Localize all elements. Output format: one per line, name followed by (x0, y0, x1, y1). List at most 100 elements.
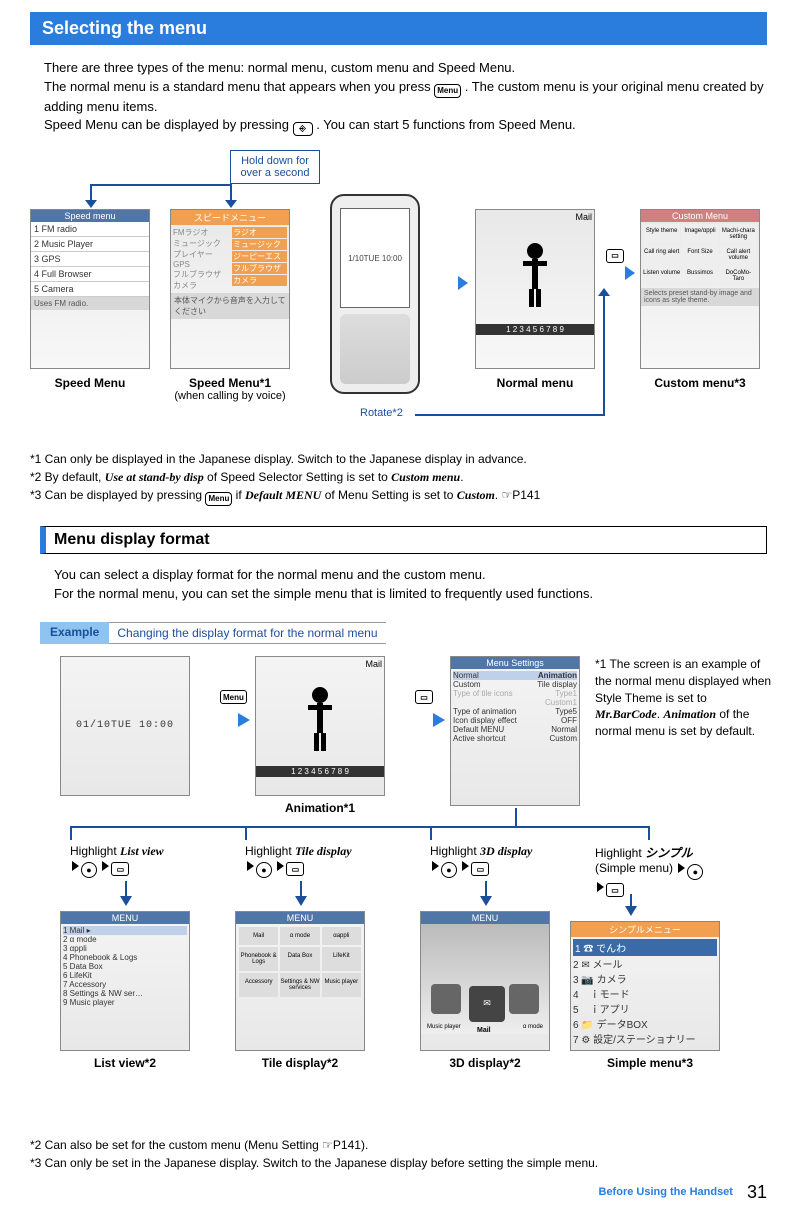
rotate-note: Rotate*2 (360, 407, 403, 419)
menu-diagram: Hold down for over a second Speed menu 1… (30, 154, 767, 434)
footnote-2: *2 By default, Use at stand-by disp of S… (30, 468, 767, 486)
speed-menu-jp-caption: Speed Menu*1 (when calling by voice) (170, 376, 290, 402)
jp-right-item: ジーピーエス (232, 251, 287, 262)
custom-grid-item: Style theme (643, 224, 680, 244)
arrow-down-icon (480, 896, 492, 906)
highlight-tile-display: Highlight Tile display ● ▭ (245, 844, 352, 878)
tile-display-title: MENU (236, 912, 364, 924)
select-button-icon: ● (256, 862, 272, 878)
phone-keypad (340, 314, 410, 384)
arrow-right-icon (395, 711, 445, 729)
sub-intro-line1: You can select a display format for the … (54, 567, 486, 582)
arrow-up-icon (598, 288, 610, 296)
pointer-icon (322, 1138, 333, 1152)
intro-line2a: The normal menu is a standard menu that … (44, 79, 434, 94)
pointer-icon (501, 488, 512, 502)
threed-label: Mail (477, 1027, 491, 1034)
animation-screenshot: Mail 1 2 3 4 5 6 7 8 9 (255, 656, 385, 796)
hold-down-note: Hold down for over a second (230, 150, 320, 184)
footer-section: Before Using the Handset (599, 1186, 733, 1198)
conn-line (630, 894, 632, 908)
footnote-2b: *2 Can also be set for the custom menu (… (30, 1136, 767, 1154)
subsection-intro: You can select a display format for the … (54, 566, 767, 604)
highlight-3d-display: Highlight 3D display ● ▭ (430, 844, 532, 878)
animation-numbers: 1 2 3 4 5 6 7 8 9 (256, 766, 384, 777)
arrow-right-icon (200, 711, 250, 729)
arrow-down-icon (120, 896, 132, 906)
animation-caption: Animation*1 (255, 801, 385, 815)
custom-menu-caption: Custom menu*3 (640, 376, 760, 390)
mail-label: Mail (476, 210, 594, 224)
custom-grid-item: Call ring alert (643, 245, 680, 265)
standby-time: 01/10TUE 10:00 (61, 657, 189, 795)
sub-intro-line2: For the normal menu, you can set the sim… (54, 586, 593, 601)
conn-line (648, 826, 650, 840)
threed-display-screenshot: MENU ✉ Music player Mail α mode (420, 911, 550, 1051)
custom-menu-foot: Selects preset stand-by image and icons … (641, 288, 759, 306)
speed-menu-foot: Uses FM radio. (31, 297, 149, 310)
intro-line3a: Speed Menu can be displayed by pressing (44, 117, 293, 132)
normal-menu-screenshot: Mail 1 2 3 4 5 6 7 8 9 (475, 209, 595, 369)
conn-line (70, 826, 72, 840)
conn-line (300, 881, 302, 897)
custom-grid-item: Font Size (681, 245, 718, 265)
menu-settings-screenshot: Menu Settings NormalAnimation CustomTile… (450, 656, 580, 806)
book-icon: ▭ (606, 883, 624, 897)
book-icon: ▭ (606, 249, 624, 263)
book-icon: ▭ (111, 862, 129, 876)
arrow-right-icon (600, 264, 635, 282)
mail-label: Mail (256, 657, 384, 671)
select-button-icon: ● (441, 862, 457, 878)
triangle-right-icon (678, 863, 685, 873)
speed-menu-item: 5 Camera (31, 282, 149, 297)
custom-menu-title: Custom Menu (641, 210, 759, 222)
custom-grid-item: DoCoMo-Taro (720, 266, 757, 286)
tile-display-screenshot: MENU Mail α mode αappli Phonebook & Logs… (235, 911, 365, 1051)
speed-menu-item: 3 GPS (31, 252, 149, 267)
arrow-right-icon (428, 274, 468, 292)
conn-line (515, 808, 517, 826)
threed-label: α mode (523, 1024, 543, 1030)
book-icon: ▭ (415, 690, 433, 704)
normal-menu-numbers: 1 2 3 4 5 6 7 8 9 (476, 324, 594, 335)
tile-item: Data Box (280, 947, 319, 971)
tile-item: Accessory (239, 973, 278, 997)
speed-button-icon: ⎆ (293, 122, 313, 136)
arrow-down-icon (85, 200, 97, 208)
book-icon-inline: ▭ (606, 244, 624, 263)
speed-menu-jp-screenshot: スピードメニュー FMラジオ ミュージックプレイヤー GPS フルブラウザ カメ… (170, 209, 290, 369)
jp-left-item: ミュージックプレイヤー (173, 238, 228, 260)
footnote-3: *3 Can be displayed by pressing Menu if … (30, 486, 767, 506)
speed-menu-item: 4 Full Browser (31, 267, 149, 282)
highlight-list-view: Highlight List view ● ▭ (70, 844, 164, 878)
conn-line (485, 881, 487, 897)
jp-right-item: ミュージック (232, 239, 287, 250)
format-diagram: 01/10TUE 10:00 Menu Mail 1 2 3 4 5 6 7 8… (40, 656, 767, 1136)
speed-menu-jp-foot: 本体マイクから音声を入力してください (171, 293, 289, 319)
menu-icon-step: Menu (220, 686, 247, 705)
book-icon: ▭ (471, 862, 489, 876)
triangle-right-icon (462, 861, 469, 871)
list-view-caption: List view*2 (60, 1056, 190, 1070)
simple-menu-title: シンプルメニュー (571, 922, 719, 937)
custom-grid-item: Image/αppli (681, 224, 718, 244)
footnote-3b: *3 Can only be set in the Japanese displ… (30, 1154, 767, 1172)
highlight-simple-menu: Highlight シンプル (Simple menu) ● ▭ (595, 844, 765, 898)
standby-screenshot: 01/10TUE 10:00 (60, 656, 190, 796)
threed-label: Music player (427, 1024, 461, 1030)
arrow-down-icon (295, 896, 307, 906)
footnotes-block-2: *2 Can also be set for the custom menu (… (30, 1136, 767, 1172)
speed-menu-title: Speed menu (31, 210, 149, 222)
threed-display-title: MENU (421, 912, 549, 924)
example-tag: Example (40, 622, 109, 644)
intro-text: There are three types of the menu: norma… (44, 59, 767, 136)
person-silhouette-icon (300, 683, 340, 753)
menu-button-icon: Menu (205, 492, 232, 506)
tile-item: αappli (322, 927, 361, 945)
footnotes-block-1: *1 Can only be displayed in the Japanese… (30, 450, 767, 506)
menu-button-icon: Menu (220, 690, 247, 704)
footnote-1: *1 Can only be displayed in the Japanese… (30, 450, 767, 468)
triangle-right-icon (597, 882, 604, 892)
conn-line (245, 826, 247, 840)
speed-menu-item: 2 Music Player (31, 237, 149, 252)
